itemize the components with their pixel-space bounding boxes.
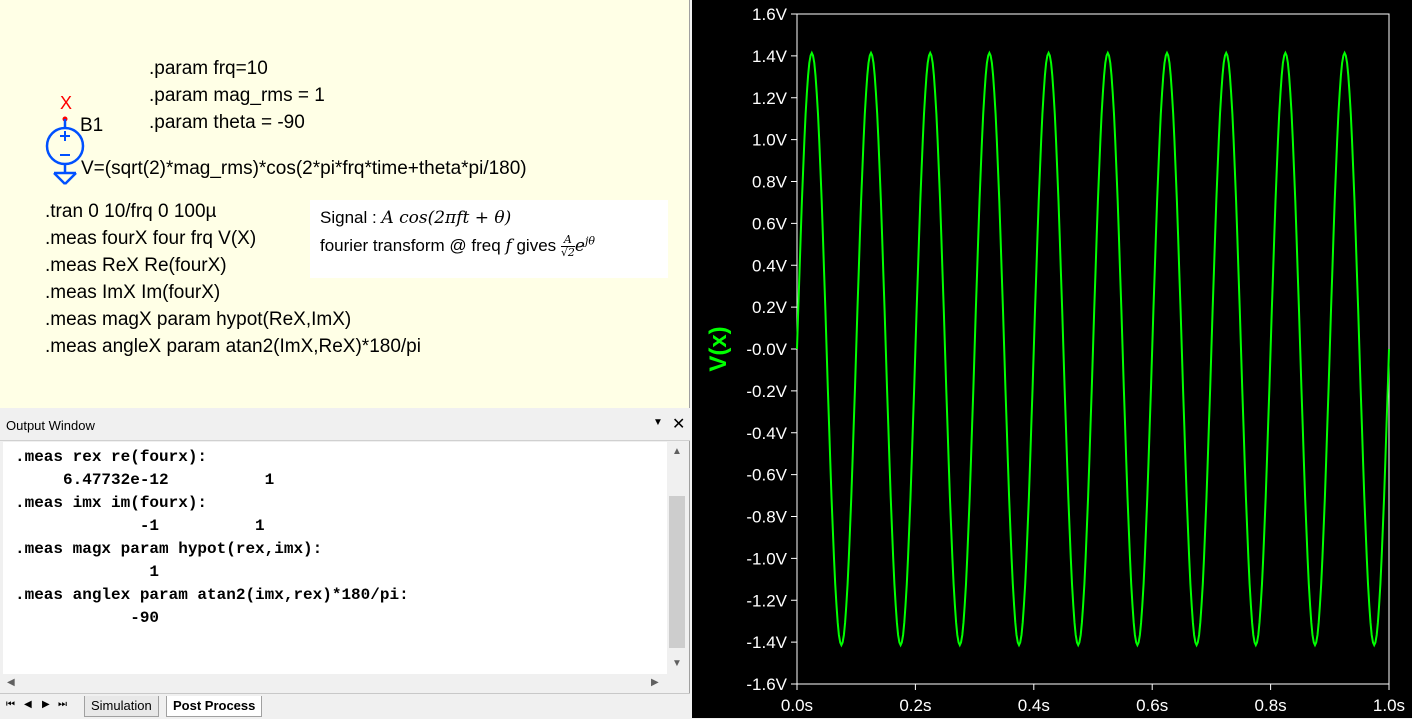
log-line: 1: [15, 563, 160, 581]
y-tick-label: -1.6V: [746, 675, 787, 694]
tab-bar: ⏮ ◀ ▶ ⏭ Simulation Post Process: [0, 693, 690, 719]
tab-last-icon[interactable]: ⏭: [58, 699, 67, 710]
formula-note-image[interactable]: Signal : A cos(2πft + θ) fourier transfo…: [310, 200, 668, 278]
y-tick-label: -0.8V: [746, 508, 787, 527]
x-tick-label: 0.4s: [1018, 696, 1050, 715]
note-line-fourier: fourier transform @ freq f gives A √2 ejθ: [320, 233, 595, 259]
log-line: .meas imx im(fourx):: [15, 494, 208, 512]
log-line: 6.47732e-12 1: [15, 471, 275, 489]
tab-next-icon[interactable]: ▶: [42, 699, 50, 710]
log-line: .meas magx param hypot(rex,imx):: [15, 540, 323, 558]
source-expression[interactable]: V=(sqrt(2)*mag_rms)*cos(2*pi*frq*time+th…: [81, 155, 527, 182]
param-directives[interactable]: .param frq=10 .param mag_rms = 1 .param …: [149, 55, 325, 136]
note-line-signal: Signal : A cos(2πft + θ): [320, 208, 512, 228]
series-vx-line[interactable]: [796, 50, 1390, 648]
meas-imx-directive[interactable]: .meas ImX Im(fourX): [45, 279, 421, 306]
scroll-down-icon[interactable]: ▼: [672, 658, 682, 669]
param-frq[interactable]: .param frq=10: [149, 55, 325, 82]
y-tick-label: 0.6V: [752, 214, 788, 233]
output-log[interactable]: .meas rex re(fourx): 6.47732e-12 1 .meas…: [3, 442, 667, 674]
param-theta[interactable]: .param theta = -90: [149, 109, 325, 136]
vertical-scrollbar[interactable]: ▲ ▼: [667, 442, 687, 674]
y-tick-label: 1.2V: [752, 89, 788, 108]
source-name-label[interactable]: B1: [80, 115, 103, 137]
scrollbar-thumb[interactable]: [669, 496, 685, 648]
x-axis: 0.0s 0.2s 0.4s 0.6s 0.8s 1.0s: [781, 684, 1405, 715]
y-tick-label: -1.0V: [746, 549, 787, 568]
tab-prev-icon[interactable]: ◀: [24, 699, 32, 710]
y-tick-label: 1.4V: [752, 47, 788, 66]
log-line: -1 1: [15, 517, 265, 535]
chevron-down-icon[interactable]: ▼: [653, 417, 663, 428]
tab-post-process[interactable]: Post Process: [166, 696, 263, 717]
meas-magx-directive[interactable]: .meas magX param hypot(ReX,ImX): [45, 306, 421, 333]
fraction-a-over-root2: A √2: [560, 233, 575, 259]
y-tick-label: -0.0V: [746, 340, 787, 359]
tab-first-icon[interactable]: ⏮: [6, 699, 15, 710]
output-window-title: Output Window: [6, 418, 95, 433]
log-line: .meas anglex param atan2(imx,rex)*180/pi…: [15, 586, 409, 604]
schematic-canvas[interactable]: .param frq=10 .param mag_rms = 1 .param …: [0, 0, 690, 408]
output-log-text: .meas rex re(fourx): 6.47732e-12 1 .meas…: [15, 446, 409, 630]
y-tick-label: 0.4V: [752, 256, 788, 275]
scroll-up-icon[interactable]: ▲: [672, 446, 682, 457]
y-tick-label: 0.2V: [752, 298, 788, 317]
scroll-left-icon[interactable]: ◀: [7, 677, 15, 688]
y-tick-label: -0.6V: [746, 466, 787, 485]
y-tick-label: -0.2V: [746, 382, 787, 401]
x-tick-label: 0.8s: [1255, 696, 1287, 715]
x-tick-label: 0.6s: [1136, 696, 1168, 715]
y-tick-label: 1.0V: [752, 131, 788, 150]
meas-anglex-directive[interactable]: .meas angleX param atan2(ImX,ReX)*180/pi: [45, 333, 421, 360]
y-tick-label: 0.8V: [752, 173, 788, 192]
scroll-right-icon[interactable]: ▶: [651, 677, 659, 688]
waveform-chart[interactable]: 1.6V 1.4V 1.2V 1.0V 0.8V 0.6V 0.4V 0.2V -0.0V -0.…: [692, 0, 1412, 718]
y-axis-label[interactable]: V(x): [705, 326, 732, 371]
log-line: .meas rex re(fourx):: [15, 448, 208, 466]
output-window: Output Window ▼ ✕ .meas rex re(fourx): 6…: [0, 408, 690, 719]
y-tick-label: -1.2V: [746, 591, 787, 610]
y-tick-label: 1.6V: [752, 5, 788, 24]
waveform-viewer[interactable]: 1.6V 1.4V 1.2V 1.0V 0.8V 0.6V 0.4V 0.2V -0.0V -0.…: [692, 0, 1412, 718]
param-mag-rms[interactable]: .param mag_rms = 1: [149, 82, 325, 109]
horizontal-scrollbar[interactable]: ◀ ▶: [3, 674, 687, 692]
x-tick-label: 1.0s: [1373, 696, 1405, 715]
x-tick-label: 0.0s: [781, 696, 813, 715]
y-tick-label: -0.4V: [746, 424, 787, 443]
tab-simulation[interactable]: Simulation: [84, 696, 159, 717]
x-tick-label: 0.2s: [899, 696, 931, 715]
y-axis: 1.6V 1.4V 1.2V 1.0V 0.8V 0.6V 0.4V 0.2V -0.0V -0.…: [746, 5, 797, 694]
close-icon[interactable]: ✕: [672, 414, 685, 434]
output-window-titlebar[interactable]: Output Window ▼ ✕: [0, 408, 690, 441]
log-line: -90: [15, 609, 160, 627]
net-label-x[interactable]: X: [60, 93, 72, 114]
y-tick-label: -1.4V: [746, 633, 787, 652]
